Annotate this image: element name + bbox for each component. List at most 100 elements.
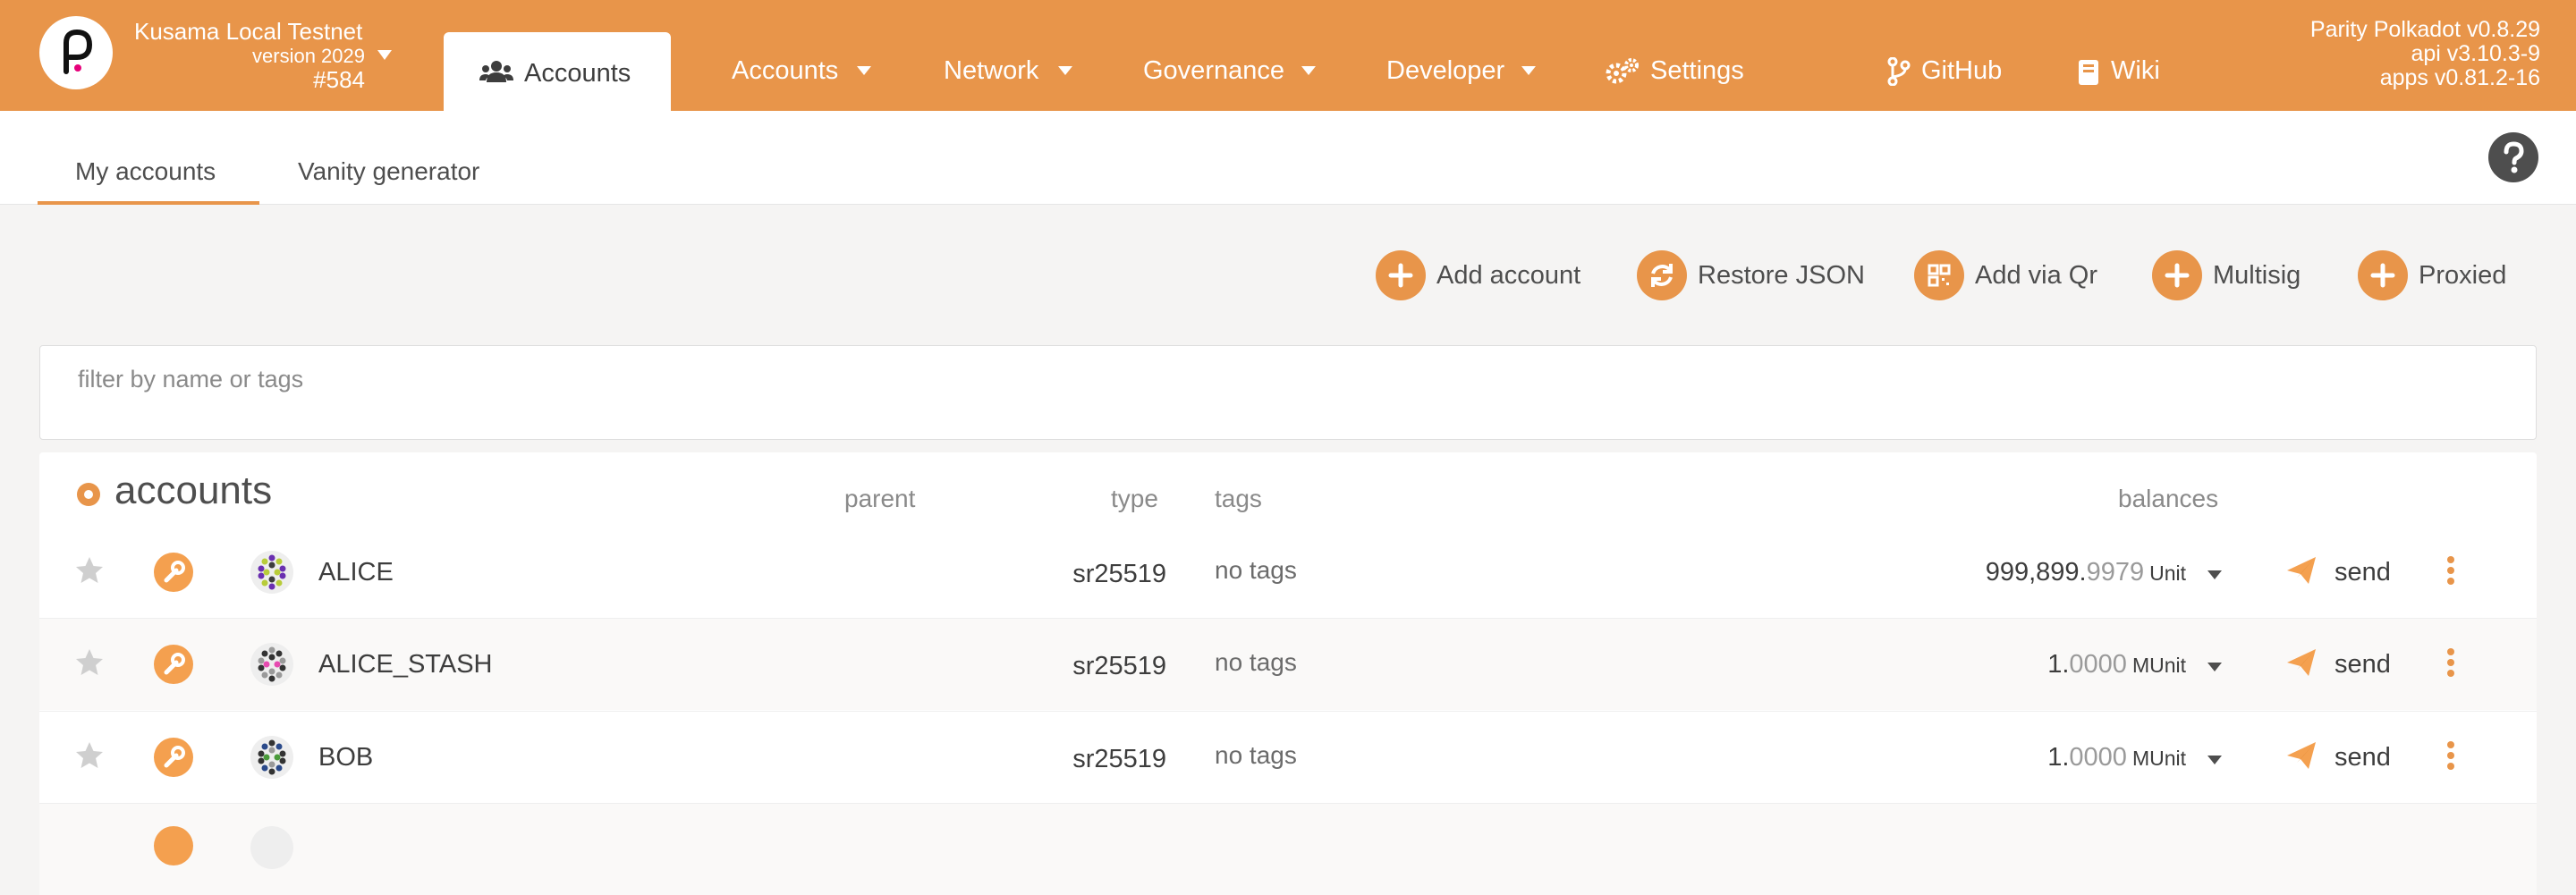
star-icon[interactable]	[73, 646, 106, 679]
restore-json-label: Restore JSON	[1698, 261, 1865, 290]
chain-version: version 2029	[252, 45, 365, 67]
account-balance: 1.0000 MUnit	[2047, 650, 2186, 680]
nav-github[interactable]: GitHub	[1921, 56, 2002, 86]
section-dot-icon	[77, 483, 100, 506]
chain-name: Kusama Local Testnet	[134, 18, 363, 45]
account-tags: no tags	[1215, 741, 1297, 769]
column-type: type	[1111, 485, 1158, 512]
polkadot-logo-icon	[64, 29, 93, 74]
column-balances: balances	[2118, 485, 2219, 512]
star-icon[interactable]	[73, 739, 106, 772]
accounts-table: accounts parent type tags balances ALICE…	[39, 452, 2537, 895]
table-row: ALICE_STASH sr25519 no tags 1.0000 MUnit …	[39, 618, 2537, 710]
wrench-icon[interactable]	[154, 826, 193, 865]
account-balance: 1.0000 MUnit	[2047, 743, 2186, 773]
balance-unit: Unit	[2149, 561, 2186, 585]
identicon[interactable]	[250, 643, 293, 686]
plus-icon	[2152, 250, 2202, 300]
balance-decimal: 0000	[2069, 650, 2127, 679]
chevron-down-icon	[1058, 66, 1072, 75]
wrench-icon[interactable]	[154, 645, 193, 684]
account-tags: no tags	[1215, 648, 1297, 676]
paper-plane-icon[interactable]	[2284, 739, 2318, 772]
balance-integer: 1.	[2047, 650, 2070, 679]
account-name: BOB	[318, 743, 374, 772]
more-vertical-icon[interactable]	[2445, 554, 2456, 587]
balance-decimal: 9979	[2086, 558, 2145, 587]
wrench-icon[interactable]	[154, 738, 193, 777]
nav-governance[interactable]: Governance	[1143, 56, 1284, 86]
node-versions: Parity Polkadot v0.8.29 api v3.10.3-9 ap…	[2310, 18, 2540, 90]
send-button[interactable]: send	[2334, 558, 2391, 587]
nav-developer[interactable]: Developer	[1386, 56, 1504, 86]
block-number: #584	[313, 66, 365, 93]
star-icon[interactable]	[73, 554, 106, 587]
identicon[interactable]	[250, 736, 293, 779]
qrcode-icon	[1914, 250, 1964, 300]
send-button[interactable]: send	[2334, 743, 2391, 773]
balance-integer: 999,899.	[1985, 558, 2087, 587]
more-vertical-icon[interactable]	[2445, 739, 2456, 772]
account-name: ALICE_STASH	[318, 650, 493, 679]
table-row: BOB sr25519 no tags 1.0000 MUnit send	[39, 711, 2537, 803]
chevron-down-icon	[1521, 66, 1536, 75]
code-branch-icon	[1887, 57, 1911, 86]
add-account-label: Add account	[1436, 261, 1581, 290]
api-version: api v3.10.3-9	[2411, 41, 2540, 66]
wrench-icon[interactable]	[154, 553, 193, 592]
multisig-label: Multisig	[2213, 261, 2301, 290]
tab-my-accounts[interactable]: My accounts	[75, 157, 216, 186]
paper-plane-icon[interactable]	[2284, 554, 2318, 587]
column-parent: parent	[844, 485, 916, 512]
send-button[interactable]: send	[2334, 650, 2391, 680]
row-divider	[39, 618, 2537, 619]
accounts-title: accounts	[114, 469, 273, 512]
chevron-down-icon[interactable]	[2207, 756, 2222, 764]
add-via-qr-label: Add via Qr	[1975, 261, 2097, 290]
account-balance: 999,899.9979 Unit	[1986, 558, 2186, 587]
table-row: ALICE sr25519 no tags 999,899.9979 Unit s…	[39, 526, 2537, 618]
identicon[interactable]	[250, 551, 293, 594]
account-name: ALICE	[318, 558, 394, 587]
node-version: Parity Polkadot v0.8.29	[2309, 17, 2540, 42]
users-icon	[479, 61, 513, 82]
chevron-down-icon[interactable]	[2207, 570, 2222, 579]
nav-accounts[interactable]: Accounts	[732, 56, 838, 86]
chevron-down-icon	[377, 50, 392, 60]
paper-plane-icon[interactable]	[2284, 646, 2318, 679]
chevron-down-icon	[857, 66, 871, 75]
top-navbar: Kusama Local Testnet version 2029 #584 A…	[0, 0, 2576, 111]
sub-tabs: My accounts Vanity generator	[0, 111, 2576, 205]
balance-unit: MUnit	[2131, 747, 2186, 770]
nav-wiki[interactable]: Wiki	[2111, 56, 2160, 86]
filter-box	[39, 345, 2537, 440]
more-vertical-icon[interactable]	[2445, 646, 2456, 679]
nav-network[interactable]: Network	[944, 56, 1038, 86]
apps-version: apps v0.81.2-16	[2379, 65, 2540, 90]
polkadot-logo[interactable]	[39, 16, 113, 89]
chevron-down-icon[interactable]	[2207, 663, 2222, 671]
balance-decimal: 0000	[2069, 743, 2127, 772]
tab-accounts-label: Accounts	[524, 59, 631, 88]
account-type: sr25519	[1072, 652, 1166, 680]
nav-settings[interactable]: Settings	[1650, 56, 1744, 86]
question-icon	[2504, 141, 2524, 173]
help-icon[interactable]	[2488, 132, 2538, 182]
balance-unit: MUnit	[2131, 654, 2186, 677]
account-type: sr25519	[1072, 745, 1166, 773]
chevron-down-icon	[1301, 66, 1316, 75]
tab-vanity-generator[interactable]: Vanity generator	[298, 157, 479, 186]
proxied-label: Proxied	[2419, 261, 2507, 290]
tab-accounts-active[interactable]: Accounts	[444, 32, 671, 111]
active-tab-indicator	[38, 201, 259, 205]
filter-input[interactable]	[76, 360, 1153, 398]
table-row	[39, 803, 2537, 895]
identicon[interactable]	[250, 826, 293, 869]
book-icon	[2079, 60, 2098, 85]
row-divider	[39, 803, 2537, 804]
gears-icon	[1606, 58, 1639, 84]
row-divider	[39, 711, 2537, 712]
column-tags: tags	[1215, 485, 1262, 512]
balance-integer: 1.	[2047, 743, 2070, 772]
account-type: sr25519	[1072, 560, 1166, 588]
